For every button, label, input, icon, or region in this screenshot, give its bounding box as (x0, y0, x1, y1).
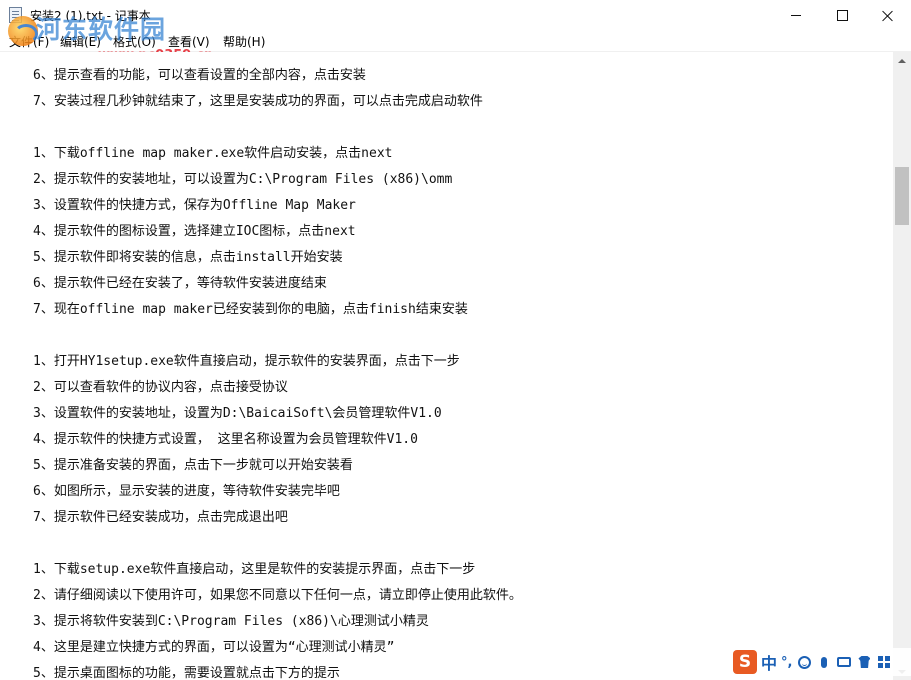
text-line: 1、下载setup.exe软件直接启动，这里是软件的安装提示界面，点击下一步 (33, 562, 476, 577)
emoji-icon[interactable] (796, 654, 812, 670)
menu-bar: 文件(F) 编辑(E) 格式(O) 查看(V) 帮助(H) (0, 31, 911, 52)
text-line: 2、提示软件的安装地址，可以设置为C:\Program Files (x86)\… (33, 172, 453, 187)
text-line: 7、现在offline map maker已经安装到你的电脑，点击finish结… (33, 302, 468, 317)
minimize-icon (791, 15, 801, 16)
maximize-button[interactable] (819, 0, 865, 31)
maximize-icon (836, 10, 848, 21)
window-title: 安装2 (1).txt - 记事本 (30, 9, 151, 23)
minimize-button[interactable] (773, 0, 819, 31)
text-line: 2、请仔细阅读以下使用许可，如果您不同意以下任何一点，请立即停止使用此软件。 (33, 588, 522, 603)
menu-file[interactable]: 文件(F) (7, 33, 51, 50)
menu-help[interactable]: 帮助(H) (221, 33, 267, 50)
text-line: 3、设置软件的安装地址，设置为D:\BaicaiSoft\会员管理软件V1.0 (33, 406, 442, 421)
text-line: 6、提示软件已经在安装了，等待软件安装进度结束 (33, 276, 327, 291)
text-editor-area[interactable]: 6、提示查看的功能，可以查看设置的全部内容，点击安装 7、安装过程几秒钟就结束了，… (0, 52, 893, 680)
keyboard-icon[interactable] (836, 654, 852, 670)
text-line: 6、提示查看的功能，可以查看设置的全部内容，点击安装 (33, 68, 366, 83)
microphone-icon[interactable] (816, 654, 832, 670)
title-bar[interactable]: 安装2 (1).txt - 记事本 (0, 0, 911, 31)
text-line: 4、这里是建立快捷方式的界面，可以设置为“心理测试小精灵” (33, 640, 395, 655)
notepad-icon (9, 7, 22, 23)
text-line: 2、可以查看软件的协议内容，点击接受协议 (33, 380, 288, 395)
scroll-up-button[interactable] (893, 52, 911, 69)
menu-format[interactable]: 格式(O) (111, 33, 158, 50)
scroll-thumb[interactable] (895, 167, 909, 225)
skin-icon[interactable] (856, 654, 872, 670)
text-line: 6、如图所示，显示安装的进度，等待软件安装完毕吧 (33, 484, 340, 499)
text-line: 5、提示准备安装的界面，点击下一步就可以开始安装看 (33, 458, 353, 473)
text-line: 1、打开HY1setup.exe软件直接启动，提示软件的安装界面，点击下一步 (33, 354, 460, 369)
text-line: 5、提示桌面图标的功能，需要设置就点击下方的提示 (33, 666, 340, 680)
text-line: 7、安装过程几秒钟就结束了，这里是安装成功的界面，可以点击完成启动软件 (33, 94, 483, 109)
close-icon (882, 10, 894, 22)
text-line: 3、提示将软件安装到C:\Program Files (x86)\心理测试小精灵 (33, 614, 429, 629)
text-line: 7、提示软件已经安装成功，点击完成退出吧 (33, 510, 288, 525)
vertical-scrollbar[interactable] (893, 52, 911, 680)
menu-edit[interactable]: 编辑(E) (58, 33, 103, 50)
text-line: 5、提示软件即将安装的信息，点击install开始安装 (33, 250, 343, 265)
close-button[interactable] (865, 0, 911, 31)
ime-mode-toggle[interactable]: 中 (761, 650, 777, 674)
text-line: 3、设置软件的快捷方式，保存为Offline Map Maker (33, 198, 356, 213)
toolbox-icon[interactable] (876, 654, 892, 670)
text-line: 4、提示软件的图标设置，选择建立IOC图标，点击next (33, 224, 356, 239)
ime-toolbar: S 中 °, (733, 648, 911, 676)
chevron-up-icon (898, 58, 906, 63)
text-line: 4、提示软件的快捷方式设置， 这里名称设置为会员管理软件V1.0 (33, 432, 418, 447)
ime-punct-toggle[interactable]: °, (781, 655, 792, 670)
menu-view[interactable]: 查看(V) (166, 33, 212, 50)
ime-logo-icon[interactable]: S (733, 650, 757, 674)
text-line: 1、下载offline map maker.exe软件启动安装，点击next (33, 146, 393, 161)
